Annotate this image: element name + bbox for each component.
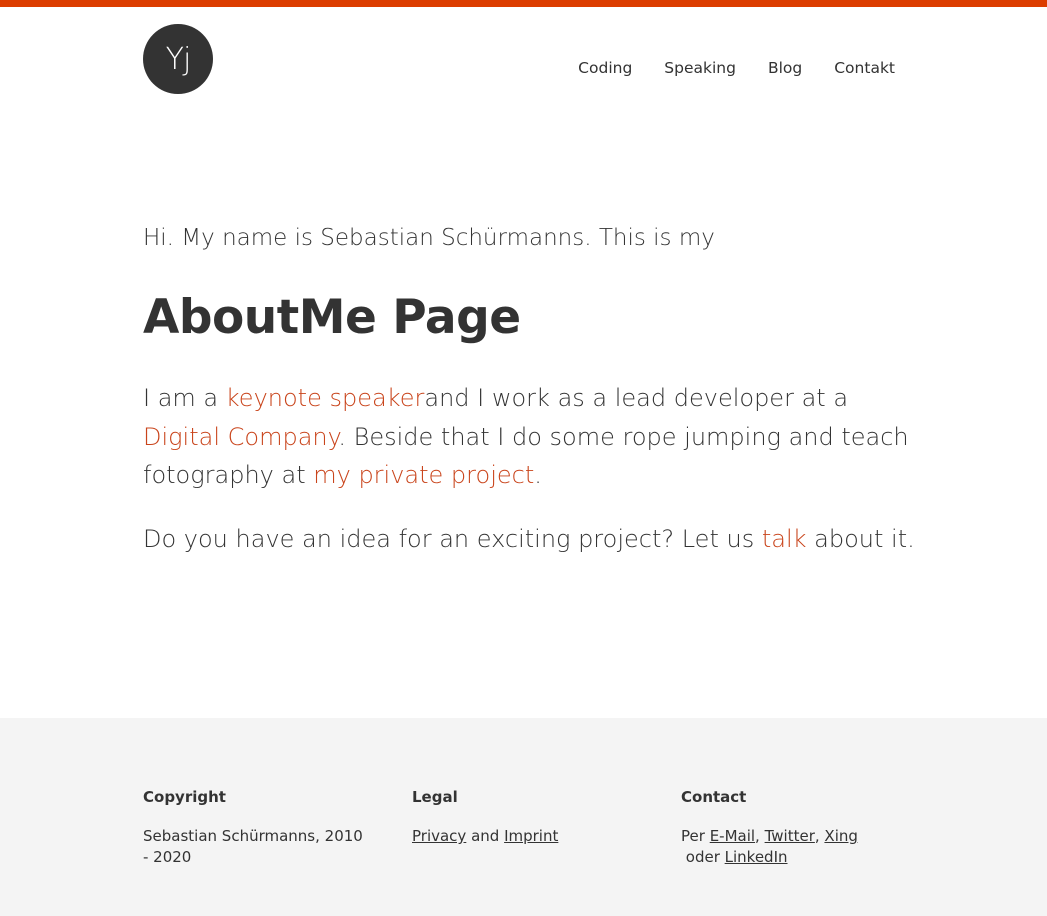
- imprint-link[interactable]: Imprint: [504, 827, 558, 845]
- page-title: AboutMe Page: [143, 290, 521, 345]
- cta-text-1: Do you have an idea for an exciting proj…: [143, 524, 762, 553]
- email-link[interactable]: E-Mail: [710, 827, 755, 845]
- contact-sep-1: ,: [755, 827, 765, 845]
- site-header: Yj Coding Speaking Blog Contakt: [0, 7, 1047, 117]
- footer-legal: Legal Privacy and Imprint: [412, 788, 632, 847]
- digital-company-link[interactable]: Digital Company: [143, 423, 338, 451]
- nav-item-contakt[interactable]: Contakt: [834, 58, 895, 78]
- hero-section: Hi. My name is Sebastian Schürmanns. Thi…: [143, 222, 923, 558]
- accent-top-bar: [0, 0, 1047, 7]
- legal-links: Privacy and Imprint: [412, 826, 632, 847]
- cta-paragraph: Do you have an idea for an exciting proj…: [143, 520, 923, 559]
- keynote-speaker-link[interactable]: keynote speaker: [226, 384, 425, 412]
- about-text-4: .: [534, 461, 542, 489]
- private-project-link[interactable]: my private project: [313, 461, 534, 489]
- contact-oder: oder: [681, 848, 725, 866]
- contact-links: Per E-Mail, Twitter, Xing oder LinkedIn: [681, 826, 901, 868]
- talk-link[interactable]: talk: [762, 525, 807, 553]
- nav-item-speaking[interactable]: Speaking: [664, 58, 736, 78]
- legal-and: and: [466, 827, 505, 845]
- logo-avatar[interactable]: Yj: [143, 24, 213, 94]
- nav-item-coding[interactable]: Coding: [578, 58, 632, 78]
- about-text-2: and I work as a lead developer at a: [424, 384, 849, 412]
- about-text-1: I am a: [143, 384, 226, 412]
- footer-contact: Contact Per E-Mail, Twitter, Xing oder L…: [681, 788, 901, 868]
- twitter-link[interactable]: Twitter: [765, 827, 815, 845]
- legal-heading: Legal: [412, 788, 458, 806]
- cta-text-2: about it.: [806, 524, 915, 553]
- copyright-text: Sebastian Schürmanns, 2010 - 2020: [143, 827, 363, 866]
- contact-heading: Contact: [681, 788, 747, 806]
- contact-per: Per: [681, 827, 710, 845]
- copyright-heading: Copyright: [143, 788, 226, 806]
- xing-link[interactable]: Xing: [824, 827, 857, 845]
- footer-copyright: Copyright Sebastian Schürmanns, 2010 - 2…: [143, 788, 368, 868]
- contact-sep-2: ,: [814, 827, 825, 845]
- linkedin-link[interactable]: LinkedIn: [725, 848, 788, 866]
- about-paragraph: I am a keynote speakerand I work as a le…: [143, 379, 923, 495]
- site-footer: Copyright Sebastian Schürmanns, 2010 - 2…: [0, 718, 1047, 916]
- privacy-link[interactable]: Privacy: [412, 827, 466, 845]
- main-nav: Coding Speaking Blog Contakt: [546, 58, 895, 78]
- nav-item-blog[interactable]: Blog: [768, 58, 802, 78]
- intro-text: Hi. My name is Sebastian Schürmanns. Thi…: [143, 225, 715, 251]
